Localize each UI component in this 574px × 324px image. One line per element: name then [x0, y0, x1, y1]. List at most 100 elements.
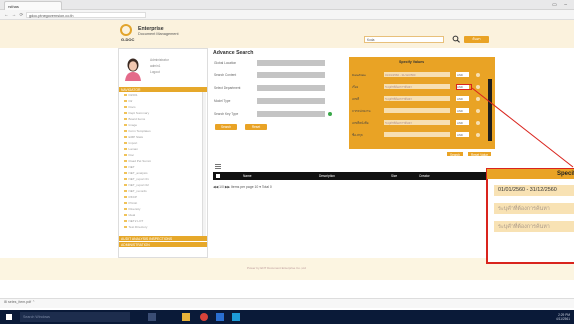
select-all-checkbox[interactable]	[216, 174, 220, 178]
window-controls[interactable]: ▭ –	[552, 2, 570, 8]
reset-button[interactable]: Reset	[245, 124, 267, 130]
tree-item[interactable]: Prinsit	[124, 201, 200, 205]
specify-values-title: Specify Values	[399, 60, 425, 64]
global-location-input[interactable]	[257, 60, 325, 66]
specify-row-input[interactable]: ระบุคำที่ต้องการค้นหา	[384, 84, 450, 89]
sidebar-group-audit[interactable]: AUDIT ANALYSIS INSPECTIONS	[119, 236, 207, 241]
header-search-input[interactable]: Koda	[364, 36, 444, 43]
header-search-button[interactable]: ค้นหา	[464, 36, 489, 43]
tree-item[interactable]: NET2 LOT	[124, 219, 200, 223]
zoom-row-date: 01/01/2560 - 31/12/2560	[494, 185, 574, 196]
tree-item[interactable]: NET_analysis	[124, 171, 200, 175]
tree-item[interactable]: Dir001	[124, 93, 200, 97]
list-icon[interactable]	[215, 163, 221, 169]
search-icon[interactable]	[452, 35, 461, 43]
download-item[interactable]: ⊞ seles_item.pdf ⌃	[4, 300, 35, 304]
tree-item-label: Diversity	[128, 207, 141, 211]
tree-item-label: NET_records	[128, 189, 147, 193]
folder-icon	[124, 117, 127, 121]
tree-item[interactable]: Laman	[124, 147, 200, 151]
search-key-type-select[interactable]	[257, 111, 325, 117]
field-label: Select Department	[214, 86, 241, 90]
specify-row-label: ชื่อ-สกุล	[352, 132, 363, 137]
field-label: Search Content	[214, 73, 237, 77]
folder-icon	[124, 189, 127, 193]
operator-select[interactable]: AND	[456, 132, 469, 137]
operator-select[interactable]: AND	[456, 72, 469, 77]
url-input[interactable]: gdoc.ptnegovernsion.co.th	[26, 12, 146, 18]
tree-item-label: Docs	[128, 105, 136, 109]
column-creator[interactable]: Creator	[419, 174, 430, 178]
sidebar-group-admin[interactable]: ADMINISTRATION	[119, 242, 207, 247]
footer-text: Power by ENT Document Enterprise Co.,Ltd	[247, 266, 306, 270]
file-explorer-icon[interactable]	[182, 313, 190, 321]
folder-icon	[124, 159, 127, 163]
tree-item[interactable]: NET_report 01	[124, 177, 200, 181]
tree-header[interactable]: NAVIGATOR	[119, 87, 207, 92]
department-select[interactable]	[257, 85, 325, 91]
tree-item[interactable]: Road Pet Summ	[124, 159, 200, 163]
specify-row-input[interactable]: ระบุคำที่ต้องการค้นหา	[384, 120, 450, 125]
tree-item[interactable]: Ideal	[124, 213, 200, 217]
tree-item[interactable]: Image	[124, 123, 200, 127]
logout-link[interactable]: Logout	[150, 70, 190, 74]
model-type-select[interactable]	[257, 98, 325, 104]
specify-row-label: จากหน่วยงาน	[352, 108, 371, 113]
logo-text: G-DOC	[121, 37, 135, 42]
column-size[interactable]: Size	[391, 174, 397, 178]
app-icon[interactable]	[216, 313, 224, 321]
chrome-icon[interactable]	[200, 313, 208, 321]
folder-icon	[124, 111, 127, 115]
folder-icon	[124, 219, 127, 223]
tree-item[interactable]: RKCP	[124, 195, 200, 199]
specify-row-label: เลขที่	[352, 96, 360, 101]
tree-item[interactable]: Form Templates	[124, 129, 200, 133]
app-icon-2[interactable]	[232, 313, 240, 321]
folder-icon	[124, 153, 127, 157]
search-button[interactable]: Search	[215, 124, 237, 130]
zoom-row-number: ระบุคำที่ต้องการค้นหา	[494, 221, 574, 232]
specify-row-label: Date/Date	[352, 72, 366, 77]
tree-item[interactable]: Dept Summary	[124, 111, 200, 115]
tree-item-label: NET_analysis	[128, 171, 148, 175]
results-table-header: Name Description Size Creator	[213, 172, 501, 180]
tree-item[interactable]: NET_records	[124, 189, 200, 193]
tree-item-label: NET_report 01	[128, 177, 149, 181]
tree-item[interactable]: Diversity	[124, 207, 200, 211]
folder-icon	[124, 213, 127, 217]
tree-item[interactable]: Dir	[124, 99, 200, 103]
specify-search-button[interactable]: Search	[446, 151, 464, 157]
tree-item[interactable]: Import	[124, 141, 200, 145]
tree-item-label: Prinsit	[128, 201, 138, 205]
tree-item[interactable]: Board Items	[124, 117, 200, 121]
taskbar-search-input[interactable]: Search Windows	[20, 312, 130, 322]
windows-start-icon[interactable]	[6, 314, 12, 320]
operator-select[interactable]: AND	[456, 120, 469, 125]
tree-item-label: RKCP	[128, 195, 138, 199]
column-name[interactable]: Name	[243, 174, 252, 178]
user-name: Administrator	[150, 58, 169, 62]
search-content-input[interactable]	[257, 72, 325, 78]
tree-scrollbar[interactable]	[202, 92, 206, 237]
tree-item[interactable]: Test Directory	[124, 225, 200, 229]
tree-item[interactable]: EMP Stats	[124, 135, 200, 139]
specify-row-input[interactable]	[384, 132, 450, 137]
pagination[interactable]: ◀◀ 1/0 ▶▶ Items per page 10 ▾ Total 0	[213, 185, 272, 189]
remove-row-icon[interactable]	[476, 72, 480, 77]
column-description[interactable]: Description	[319, 174, 335, 178]
tree-item[interactable]: Doc	[124, 153, 200, 157]
specify-row-input[interactable]: 01/01/2560 - 31/12/2560	[384, 72, 450, 77]
specify-row-input[interactable]	[384, 108, 450, 113]
task-view-icon[interactable]	[148, 313, 156, 321]
folder-icon	[124, 201, 127, 205]
operator-select[interactable]: AND	[456, 108, 469, 113]
browser-tab[interactable]: rsthas	[4, 1, 62, 10]
tree-item[interactable]: Docs	[124, 105, 200, 109]
tree-item[interactable]: NET	[124, 165, 200, 169]
field-label: Global Location	[214, 61, 237, 65]
folder-icon	[124, 195, 127, 199]
specify-row-input[interactable]: ระบุคำที่ต้องการค้นหา	[384, 96, 450, 101]
operator-select[interactable]: AND	[456, 96, 469, 101]
tree-item-label: Board Items	[128, 117, 146, 121]
tree-item[interactable]: NET_report 02	[124, 183, 200, 187]
